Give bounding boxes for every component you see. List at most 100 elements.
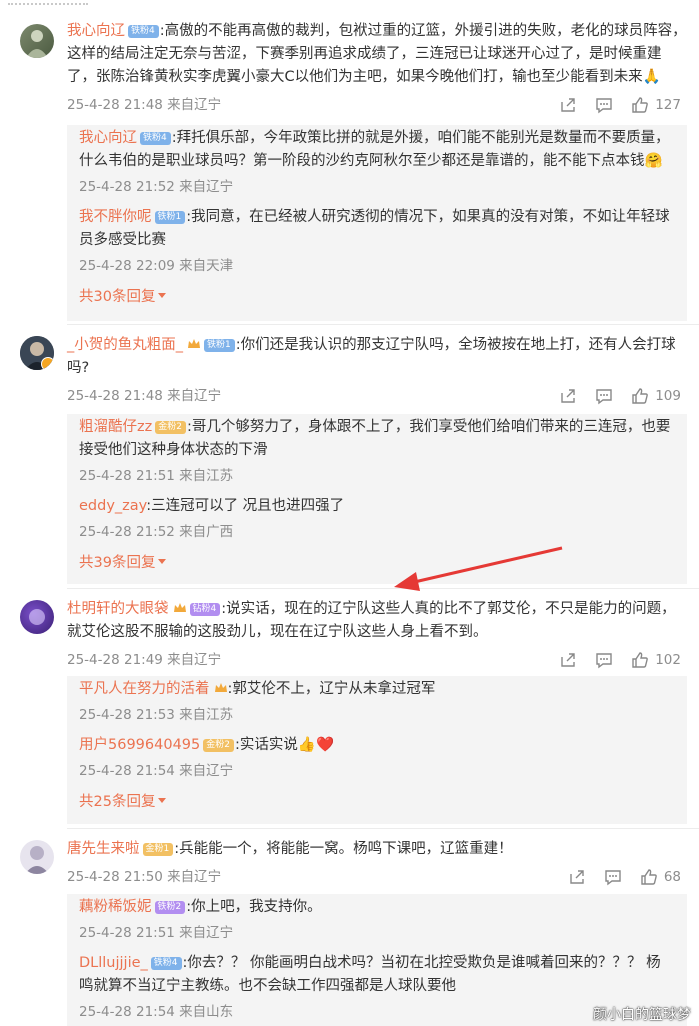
verified-icon bbox=[41, 357, 54, 370]
reply-box: 平凡人在努力的活着 :郭艾伦不上，辽宁从未拿过冠军 25-4-28 21:53 来… bbox=[67, 676, 687, 824]
like-button[interactable]: 127 bbox=[631, 94, 681, 116]
chevron-down-icon bbox=[158, 798, 167, 803]
reply-username[interactable]: 用户5699640495 bbox=[79, 737, 200, 753]
comment-username[interactable]: 唐先生来啦 bbox=[67, 841, 140, 857]
comment-meta: 25-4-28 21:48 来自辽宁 127 bbox=[67, 94, 687, 116]
reply-item: 我不胖你呢 铁粉1:我同意，在已经被人研究透彻的情况下，如果真的没有对策，不如让年… bbox=[67, 198, 687, 277]
share-button[interactable] bbox=[568, 868, 586, 886]
reply-item: 粗溜酷仔zz 金粉2:哥几个够努力了，身体跟不上了，我们享受他们给咱们带来的三连冠… bbox=[67, 414, 687, 487]
reply-content: :郭艾伦不上，辽宁从未拿过冠军 bbox=[227, 681, 436, 697]
like-count: 127 bbox=[655, 97, 681, 113]
share-button[interactable] bbox=[559, 387, 577, 405]
reply-content: :三连冠可以了 况且也进四强了 bbox=[146, 498, 345, 514]
comment-username[interactable]: _小贺的鱼丸粗面_ bbox=[67, 337, 183, 353]
share-icon bbox=[561, 653, 575, 667]
fan-badge[interactable]: 金粉1 bbox=[142, 843, 174, 856]
reply-button[interactable] bbox=[595, 96, 613, 114]
fan-badge[interactable]: 铁粉1 bbox=[204, 339, 235, 352]
reply-time: 25-4-28 21:53 来自江苏 bbox=[79, 707, 234, 723]
like-button[interactable]: 102 bbox=[631, 649, 681, 671]
reply-button[interactable] bbox=[595, 651, 613, 669]
reply-box: 我心向辽 铁粉4:拜托俱乐部，今年政策比拼的就是外援，咱们能不能别光是数量而不要质… bbox=[67, 125, 687, 321]
fan-badge[interactable]: 金粉2 bbox=[203, 739, 234, 752]
thumbs-up-icon bbox=[632, 388, 649, 404]
avatar[interactable] bbox=[20, 840, 54, 874]
divider bbox=[67, 828, 699, 829]
fan-badge[interactable]: 铁粉4 bbox=[150, 957, 182, 970]
comment-content: :高傲的不能再高傲的裁判，包袱过重的辽篮，外援引进的失败，老化的球员阵容，这样的… bbox=[67, 23, 687, 85]
fan-badge[interactable]: 铁粉2 bbox=[154, 901, 186, 914]
reply-time: 25-4-28 21:52 来自广西 bbox=[79, 524, 234, 540]
fan-badge[interactable]: 金粉2 bbox=[155, 421, 186, 434]
fan-badge[interactable]: 钻粉4 bbox=[189, 603, 221, 616]
more-replies-label: 共39条回复 bbox=[79, 555, 156, 571]
reply-time: 25-4-28 22:09 来自天津 bbox=[79, 258, 234, 274]
crown-icon bbox=[188, 339, 200, 348]
comment-text: 我心向辽 铁粉4:高傲的不能再高傲的裁判，包袱过重的辽篮，外援引进的失败，老化的球… bbox=[67, 20, 687, 89]
watermark: 颜小白的篮球梦 bbox=[593, 1007, 691, 1023]
reply-username[interactable]: 藕粉稀饭妮 bbox=[79, 899, 152, 915]
like-count: 68 bbox=[663, 869, 681, 885]
comment-time: 25-4-28 21:50 来自辽宁 bbox=[67, 869, 222, 885]
fan-badge[interactable]: 铁粉1 bbox=[154, 211, 186, 224]
more-replies-link[interactable]: 共39条回复 bbox=[79, 551, 167, 572]
like-count: 109 bbox=[655, 388, 681, 404]
emoji: 🙏 bbox=[642, 69, 661, 85]
reply-button[interactable] bbox=[595, 387, 613, 405]
more-replies-link[interactable]: 共30条回复 bbox=[79, 285, 167, 306]
crown-icon bbox=[173, 603, 186, 612]
reply-username[interactable]: 我不胖你呢 bbox=[79, 209, 152, 225]
more-replies-label: 共25条回复 bbox=[79, 794, 156, 810]
comment-time: 25-4-28 21:49 来自辽宁 bbox=[67, 652, 222, 668]
reply-username[interactable]: 平凡人在努力的活着 bbox=[79, 681, 210, 697]
reply-username[interactable]: eddy_zay bbox=[79, 498, 146, 514]
reply-time: 25-4-28 21:54 来自山东 bbox=[79, 1004, 234, 1020]
share-button[interactable] bbox=[559, 651, 577, 669]
chevron-down-icon bbox=[158, 559, 167, 564]
chevron-down-icon bbox=[158, 293, 167, 298]
avatar[interactable] bbox=[20, 600, 54, 634]
crown-icon bbox=[214, 683, 227, 692]
reply-username[interactable]: DLllujjjie_ bbox=[79, 955, 148, 971]
share-icon bbox=[561, 389, 575, 403]
thumbs-up-icon bbox=[632, 97, 649, 113]
reply-item: 我心向辽 铁粉4:拜托俱乐部，今年政策比拼的就是外援，咱们能不能别光是数量而不要质… bbox=[67, 125, 687, 198]
like-button[interactable]: 109 bbox=[631, 385, 681, 407]
reply-time: 25-4-28 21:51 来自江苏 bbox=[79, 468, 234, 484]
fan-badge[interactable]: 铁粉4 bbox=[128, 25, 159, 38]
reply-item: 平凡人在努力的活着 :郭艾伦不上，辽宁从未拿过冠军 25-4-28 21:53 来… bbox=[67, 676, 687, 726]
comment-icon bbox=[605, 870, 621, 886]
avatar[interactable] bbox=[20, 24, 54, 58]
avatar[interactable] bbox=[20, 336, 54, 370]
more-replies-label: 共30条回复 bbox=[79, 289, 156, 305]
reply-time: 25-4-28 21:52 来自辽宁 bbox=[79, 179, 234, 195]
comment-username[interactable]: 我心向辽 bbox=[67, 23, 125, 39]
more-replies-link[interactable]: 共25条回复 bbox=[79, 790, 167, 811]
reply-button[interactable] bbox=[604, 868, 622, 886]
comment-icon bbox=[596, 389, 612, 405]
comment-icon bbox=[596, 653, 612, 669]
comment-username[interactable]: 杜明轩的大眼袋 bbox=[67, 601, 169, 617]
thumbs-up-icon bbox=[641, 869, 657, 885]
comment-content: :兵能能一个，将能能一窝。杨鸣下课吧，辽篮重建！ bbox=[174, 841, 513, 857]
reply-content: :实话实说 bbox=[235, 737, 298, 753]
share-icon bbox=[561, 98, 575, 112]
like-button[interactable]: 68 bbox=[640, 866, 681, 888]
share-button[interactable] bbox=[559, 96, 577, 114]
reply-content: :你上吧，我支持你。 bbox=[186, 899, 322, 915]
share-icon bbox=[570, 870, 584, 884]
reply-time: 25-4-28 21:54 来自辽宁 bbox=[79, 763, 234, 779]
top-cut-off-bar bbox=[0, 0, 699, 8]
comment-time: 25-4-28 21:48 来自辽宁 bbox=[67, 97, 222, 113]
comment-icon bbox=[596, 98, 612, 114]
reply-time: 25-4-28 21:51 来自辽宁 bbox=[79, 925, 234, 941]
reply-item: 藕粉稀饭妮 铁粉2:你上吧，我支持你。 25-4-28 21:51 来自辽宁 bbox=[67, 894, 687, 944]
reply-username[interactable]: 我心向辽 bbox=[79, 130, 137, 146]
comment-time: 25-4-28 21:48 来自辽宁 bbox=[67, 388, 222, 404]
emoji: 👍❤️ bbox=[297, 737, 334, 753]
reply-item: 用户5699640495 金粉2:实话实说👍❤️ 25-4-28 21:54 来自… bbox=[67, 726, 687, 782]
reply-username[interactable]: 粗溜酷仔zz bbox=[79, 419, 152, 435]
divider bbox=[67, 324, 699, 325]
fan-badge[interactable]: 铁粉4 bbox=[140, 132, 171, 145]
thumbs-up-icon bbox=[632, 652, 649, 668]
